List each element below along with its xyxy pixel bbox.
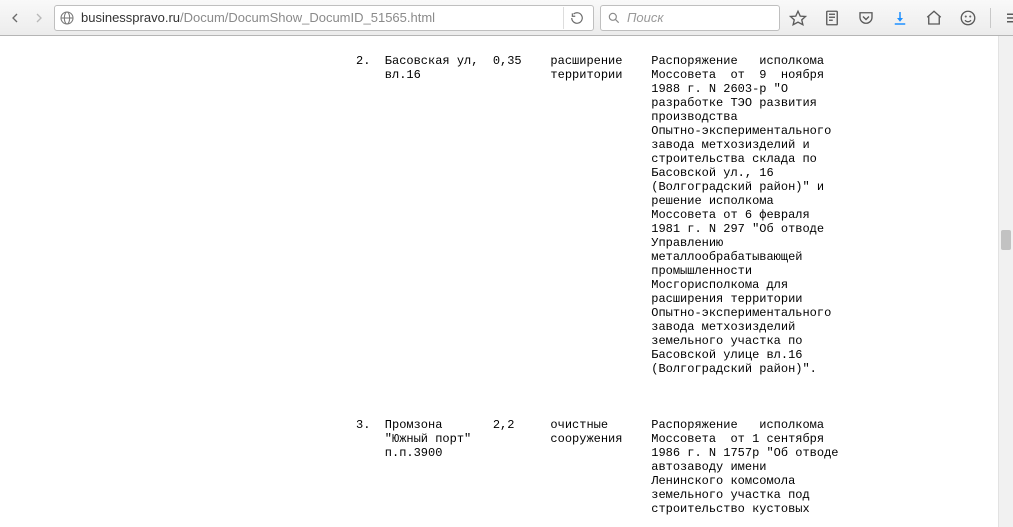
toolbar-right (786, 6, 1013, 30)
scrollbar-track[interactable] (998, 36, 1013, 527)
url-text: businesspravo.ru/Docum/DocumShow_DocumID… (81, 10, 557, 25)
scrollbar-thumb[interactable] (1001, 230, 1011, 250)
search-bar[interactable]: Поиск (600, 5, 780, 31)
globe-icon (59, 10, 75, 26)
downloads-icon[interactable] (888, 6, 912, 30)
reload-button[interactable] (563, 7, 589, 29)
toolbar-separator (990, 8, 991, 28)
bookmark-star-icon[interactable] (786, 6, 810, 30)
back-button[interactable] (6, 5, 24, 31)
page-content: 2. Басовская ул, 0,35 расширение Распоря… (16, 36, 997, 527)
search-icon (607, 11, 621, 25)
search-placeholder: Поиск (627, 10, 664, 25)
document-text: 2. Басовская ул, 0,35 расширение Распоря… (16, 36, 997, 516)
address-bar[interactable]: businesspravo.ru/Docum/DocumShow_DocumID… (54, 5, 594, 31)
smiley-icon[interactable] (956, 6, 980, 30)
pocket-icon[interactable] (854, 6, 878, 30)
menu-icon[interactable] (1001, 6, 1013, 30)
home-icon[interactable] (922, 6, 946, 30)
page-viewport: 2. Басовская ул, 0,35 расширение Распоря… (0, 36, 1013, 527)
reader-icon[interactable] (820, 6, 844, 30)
browser-toolbar: businesspravo.ru/Docum/DocumShow_DocumID… (0, 0, 1013, 36)
forward-button[interactable] (30, 5, 48, 31)
